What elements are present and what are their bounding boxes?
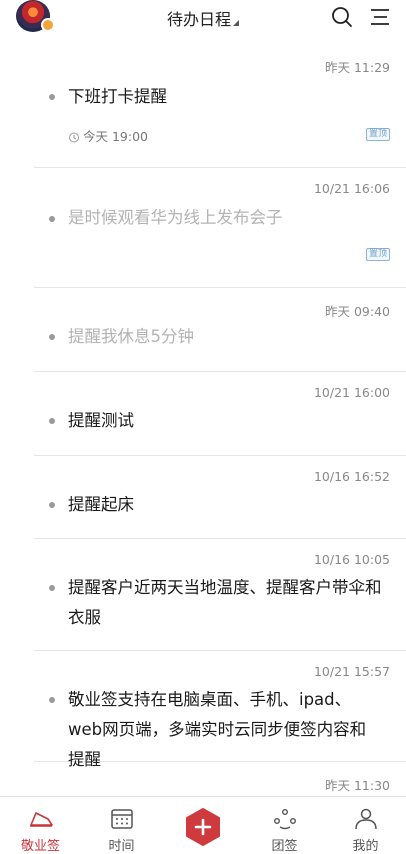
item-text: 提醒客户近两天当地温度、提醒客户带伞和衣服 bbox=[68, 578, 382, 627]
list-item[interactable]: 昨天 09:40 提醒我休息5分钟 bbox=[34, 288, 406, 372]
bullet-icon bbox=[49, 94, 55, 100]
list-item[interactable]: 昨天 11:30 bbox=[34, 762, 406, 796]
add-button[interactable] bbox=[184, 808, 222, 846]
list-item[interactable]: 10/21 16:00 提醒测试 bbox=[34, 372, 406, 456]
calendar-icon bbox=[111, 809, 133, 829]
item-timestamp: 10/21 16:06 bbox=[313, 181, 390, 196]
list-item[interactable]: 10/16 10:05 提醒客户近两天当地温度、提醒客户带伞和衣服 bbox=[34, 539, 406, 651]
item-text: 提醒起床 bbox=[68, 495, 134, 514]
item-text: 提醒我休息5分钟 bbox=[68, 327, 194, 346]
team-icon bbox=[274, 809, 297, 830]
tab-profile[interactable]: 我的 bbox=[325, 797, 406, 854]
item-timestamp: 10/16 10:05 bbox=[313, 552, 390, 567]
tab-label: 时间 bbox=[108, 839, 135, 854]
alarm-clock-icon bbox=[69, 132, 79, 143]
item-timestamp: 昨天 11:29 bbox=[325, 60, 390, 75]
item-timestamp: 昨天 09:40 bbox=[325, 304, 390, 319]
list-item[interactable]: 10/16 16:52 提醒起床 bbox=[34, 456, 406, 539]
menu-icon[interactable] bbox=[369, 6, 391, 28]
bullet-icon bbox=[49, 334, 55, 340]
bullet-icon bbox=[49, 502, 55, 508]
tab-team[interactable]: 团签 bbox=[244, 797, 325, 854]
reminder-time: 今天 19:00 bbox=[67, 126, 148, 145]
bullet-icon bbox=[49, 585, 55, 591]
pinned-badge: 置顶 bbox=[365, 248, 390, 261]
list-item[interactable]: 10/21 15:57 敬业签支持在电脑桌面、手机、ipad、web网页端，多端… bbox=[34, 651, 406, 769]
profile-icon bbox=[355, 808, 377, 830]
tab-label: 我的 bbox=[352, 839, 379, 854]
tab-time[interactable]: 时间 bbox=[81, 797, 162, 854]
item-text: 下班打卡提醒 bbox=[68, 87, 167, 106]
item-timestamp: 昨天 11:30 bbox=[325, 778, 390, 793]
tab-label: 敬业签 bbox=[20, 839, 60, 854]
bullet-icon bbox=[49, 216, 55, 222]
dropdown-caret-icon bbox=[233, 20, 239, 26]
pinned-badge: 置顶 bbox=[365, 128, 390, 141]
tab-label: 团签 bbox=[271, 839, 298, 854]
tab-jingyeqian[interactable]: 敬业签 bbox=[0, 797, 81, 854]
app-header: 待办日程 bbox=[0, 0, 406, 44]
reminder-label: 今天 19:00 bbox=[83, 129, 148, 144]
item-timestamp: 10/16 16:52 bbox=[313, 469, 390, 484]
bullet-icon bbox=[49, 418, 55, 424]
item-text: 是时候观看华为线上发布会子 bbox=[68, 208, 283, 227]
search-icon[interactable] bbox=[331, 6, 353, 28]
list-item[interactable]: 昨天 11:29 下班打卡提醒 今天 19:00 置顶 bbox=[34, 44, 406, 168]
list-item[interactable]: 10/21 16:06 是时候观看华为线上发布会子 置顶 bbox=[34, 168, 406, 288]
item-timestamp: 10/21 16:00 bbox=[313, 385, 390, 400]
page-title-label: 待办日程 bbox=[166, 10, 231, 29]
bullet-icon bbox=[49, 697, 55, 703]
item-text: 提醒测试 bbox=[68, 411, 134, 430]
note-icon bbox=[30, 812, 53, 827]
todo-list: 昨天 11:29 下班打卡提醒 今天 19:00 置顶 10/21 16:06 … bbox=[0, 44, 406, 796]
item-timestamp: 10/21 15:57 bbox=[313, 664, 390, 679]
bottom-tab-bar: 敬业签 时间 团签 我的 bbox=[0, 796, 406, 854]
